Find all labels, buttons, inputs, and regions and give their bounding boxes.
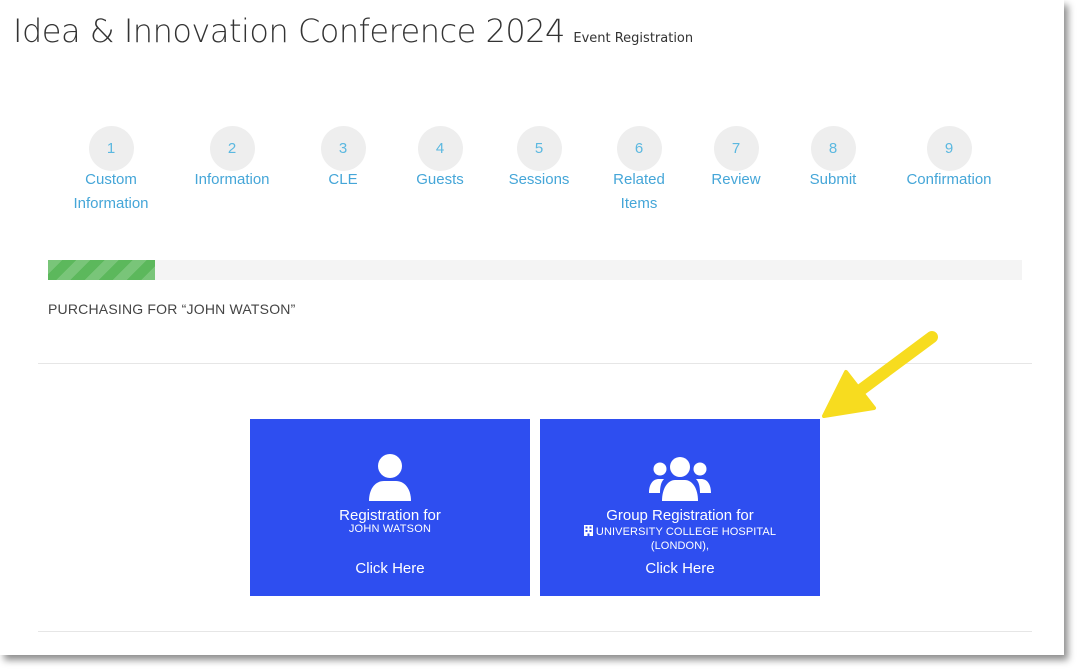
step-label: Related Items (613, 171, 665, 212)
step-number: 3 (320, 126, 366, 171)
divider (38, 631, 1032, 632)
step-number: 2 (209, 126, 255, 171)
step-label: Guests (416, 171, 464, 188)
click-here-label: Click Here (645, 560, 715, 577)
purchasing-for-label: PURCHASING FOR “JOHN WATSON” (48, 301, 296, 317)
registration-page: Idea & Innovation Conference 2024 Event … (0, 0, 1064, 655)
click-here-label: Click Here (355, 560, 425, 577)
step-number: 4 (417, 126, 463, 171)
organization-name: UNIVERSITY COLLEGE HOSPITAL (LONDON), (560, 525, 800, 553)
card-title: Registration for (339, 507, 441, 524)
step-review[interactable]: 7 Review (681, 126, 791, 192)
page-title: Idea & Innovation Conference 2024 (13, 12, 565, 50)
step-label: Custom Information (73, 171, 149, 212)
step-wizard: 1 Custom Information 2 Information 3 CLE… (0, 126, 1064, 226)
step-label: Review (711, 171, 761, 188)
step-number: 5 (516, 126, 562, 171)
registrant-name: JOHN WATSON (348, 523, 432, 535)
step-label: Confirmation (906, 171, 992, 188)
step-submit[interactable]: 8 Submit (778, 126, 888, 192)
step-label: Submit (809, 171, 857, 188)
individual-registration-button[interactable]: Registration for JOHN WATSON Click Here (250, 419, 530, 596)
step-label: Information (194, 171, 270, 188)
users-group-icon (540, 453, 820, 501)
step-number: 8 (810, 126, 856, 171)
step-guests[interactable]: 4 Guests (385, 126, 495, 192)
page-subtitle: Event Registration (573, 31, 694, 46)
step-sessions[interactable]: 5 Sessions (484, 126, 594, 192)
step-number: 6 (616, 126, 662, 171)
step-number: 7 (713, 126, 759, 171)
step-number: 9 (926, 126, 972, 171)
step-related-items[interactable]: 6 Related Items (584, 126, 694, 216)
annotation-arrow-icon (816, 328, 940, 429)
card-title: Group Registration for (606, 507, 754, 524)
page-header: Idea & Innovation Conference 2024 Event … (13, 12, 693, 50)
step-label: CLE (328, 171, 358, 188)
step-number: 1 (88, 126, 134, 171)
building-icon (583, 525, 593, 540)
step-information[interactable]: 2 Information (177, 126, 287, 192)
group-registration-button[interactable]: Group Registration for UNIVERSITY COLLEG… (540, 419, 820, 596)
progress-bar (48, 260, 1022, 280)
step-custom-information[interactable]: 1 Custom Information (56, 126, 166, 216)
step-label: Sessions (508, 171, 570, 188)
user-icon (250, 453, 530, 501)
progress-bar-fill (48, 260, 156, 280)
step-cle[interactable]: 3 CLE (288, 126, 398, 192)
step-confirmation[interactable]: 9 Confirmation (894, 126, 1004, 192)
